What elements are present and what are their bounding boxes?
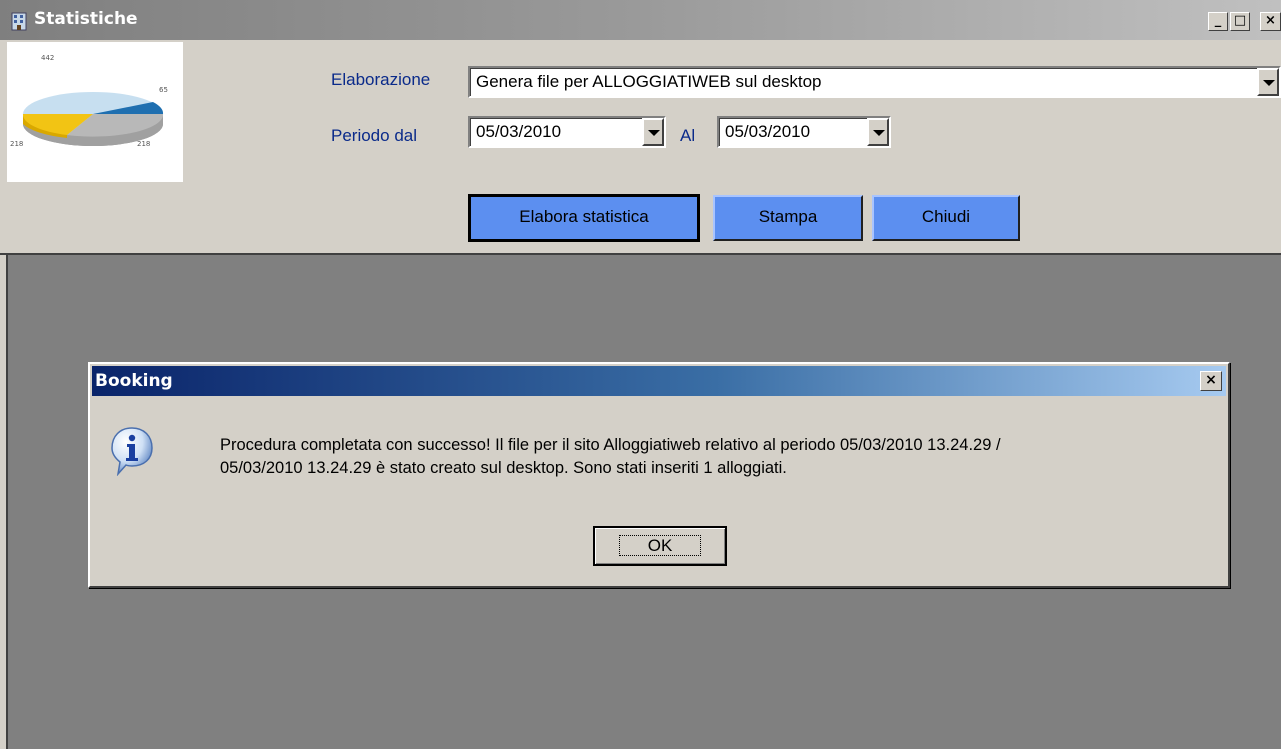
window-titlebar[interactable]: Statistiche _ □ × [0,0,1281,40]
pie-label: 218 [10,140,23,148]
logo-pie-chart: 442 65 218 218 [7,42,183,182]
pie-label: 218 [137,140,150,148]
chiudi-button[interactable]: Chiudi [872,195,1020,241]
elaborazione-label: Elaborazione [331,70,431,89]
pie-label: 442 [41,54,54,62]
date-to-picker[interactable]: 05/03/2010 [717,116,891,148]
date-to-value: 05/03/2010 [725,122,811,141]
booking-dialog: Booking × Procedura completata con succe… [88,362,1230,588]
maximize-button[interactable]: □ [1230,12,1250,31]
pie-label: 65 [159,86,168,94]
chevron-down-icon[interactable] [642,118,664,146]
info-icon [111,427,153,476]
window-title: Statistiche [34,9,138,29]
close-button[interactable]: × [1260,12,1281,31]
ok-button-label: OK [618,535,702,556]
message-line: Procedura completata con successo! Il fi… [220,436,1001,454]
periodo-label: Periodo dal [331,126,418,145]
date-from-value: 05/03/2010 [476,122,562,141]
elaborazione-select[interactable]: Genera file per ALLOGGIATIWEB sul deskto… [468,66,1281,98]
pie-chart-graphic: 442 65 218 218 [10,54,168,148]
ok-button[interactable]: OK [593,526,727,566]
stampa-button[interactable]: Stampa [713,195,863,241]
elaborazione-value: Genera file per ALLOGGIATIWEB sul deskto… [476,72,822,91]
date-from-picker[interactable]: 05/03/2010 [468,116,666,148]
chevron-down-icon[interactable] [1257,68,1279,96]
message-line: 05/03/2010 13.24.29 è stato creato sul d… [220,459,787,477]
dialog-title: Booking [95,371,173,391]
dialog-close-button[interactable]: × [1200,371,1222,391]
elabora-statistica-button[interactable]: Elabora statistica [468,194,700,242]
minimize-button[interactable]: _ [1208,12,1228,31]
al-label: Al [680,126,696,145]
building-icon [11,12,27,31]
chevron-down-icon[interactable] [867,118,889,146]
dialog-message: Procedura completata con successo! Il fi… [220,434,1220,480]
dialog-titlebar[interactable]: Booking × [92,366,1226,396]
